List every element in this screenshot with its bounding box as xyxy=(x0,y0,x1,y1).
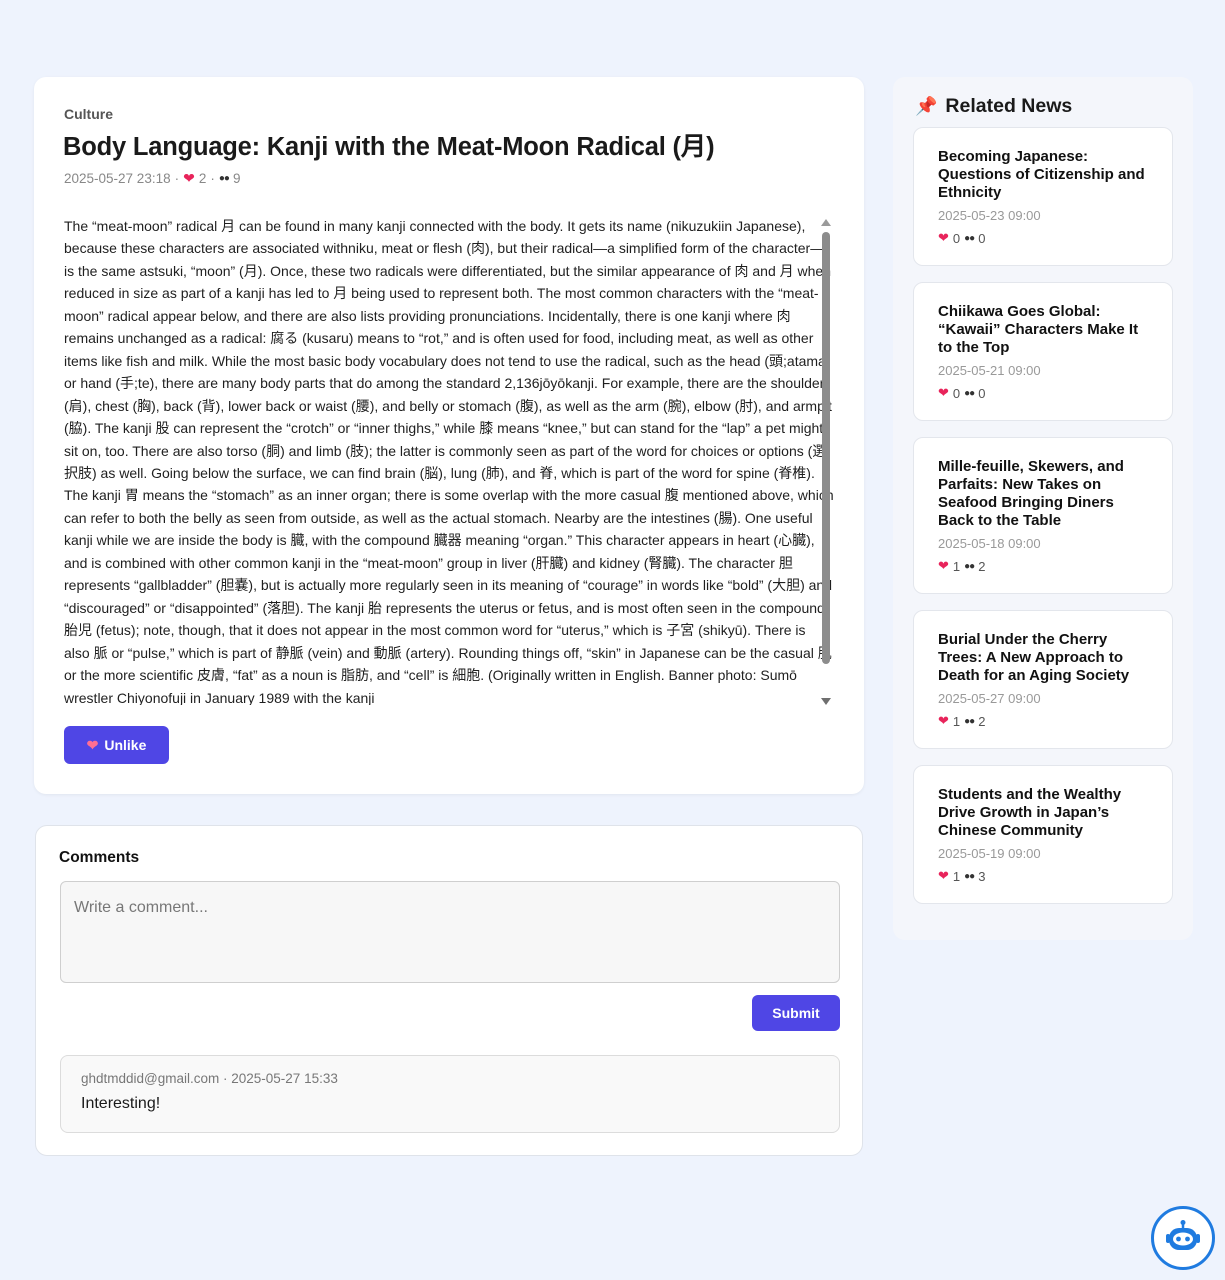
related-news-card[interactable]: Becoming Japanese: Questions of Citizens… xyxy=(913,127,1173,266)
news-views: 0 xyxy=(978,385,986,401)
heart-icon: ❤ xyxy=(938,230,949,245)
article-body: The “meat-moon” radical 月 can be found i… xyxy=(64,218,834,705)
comment-item: ghdtmddid@gmail.com · 2025-05-27 15:33 I… xyxy=(60,1055,840,1133)
news-title[interactable]: Becoming Japanese: Questions of Citizens… xyxy=(938,148,1153,202)
eyes-icon: ●● xyxy=(964,232,975,244)
news-views: 3 xyxy=(978,868,986,884)
heart-icon: ❤ xyxy=(183,170,195,186)
news-title[interactable]: Burial Under the Cherry Trees: A New App… xyxy=(938,631,1153,685)
news-title[interactable]: Students and the Wealthy Drive Growth in… xyxy=(938,786,1153,840)
news-views: 2 xyxy=(978,713,986,729)
news-title[interactable]: Chiikawa Goes Global: “Kawaii” Character… xyxy=(938,303,1153,357)
heart-icon: ❤ xyxy=(86,736,99,753)
news-date: 2025-05-23 09:00 xyxy=(938,208,1041,223)
unlike-button[interactable]: ❤ Unlike xyxy=(64,726,169,764)
news-views: 0 xyxy=(978,230,986,246)
heart-icon: ❤ xyxy=(938,385,949,400)
pushpin-icon: 📌 xyxy=(915,96,938,116)
comment-meta: ghdtmddid@gmail.com · 2025-05-27 15:33 xyxy=(81,1071,338,1086)
eyes-icon: ●● xyxy=(964,387,975,399)
article-scrollbar[interactable] xyxy=(820,219,832,705)
related-news-sidebar: 📌 Related News Becoming Japanese: Questi… xyxy=(893,77,1193,940)
robot-icon xyxy=(1166,1220,1200,1250)
heart-icon: ❤ xyxy=(938,868,949,883)
scroll-down-arrow-icon[interactable] xyxy=(821,698,831,705)
related-news-heading: 📌 Related News xyxy=(915,95,1072,118)
article-meta: 2025-05-27 23:18 · ❤ 2 · ●● 9 xyxy=(64,170,241,186)
related-news-card[interactable]: Students and the Wealthy Drive Growth in… xyxy=(913,765,1173,904)
news-likes: 1 xyxy=(952,713,961,729)
related-news-title: Related News xyxy=(945,95,1073,117)
article-likes: 2 xyxy=(198,171,207,186)
article-category: Culture xyxy=(64,106,113,122)
news-likes: 0 xyxy=(952,230,961,246)
news-likes: 1 xyxy=(952,868,961,884)
eyes-icon: ●● xyxy=(964,715,975,727)
article-body-scroll[interactable]: The “meat-moon” radical 月 can be found i… xyxy=(64,215,834,705)
heart-icon: ❤ xyxy=(938,558,949,573)
comments-title: Comments xyxy=(59,849,140,866)
news-likes: 0 xyxy=(952,385,961,401)
related-news-card[interactable]: Chiikawa Goes Global: “Kawaii” Character… xyxy=(913,282,1173,421)
comments-section: Comments Submit ghdtmddid@gmail.com · 20… xyxy=(35,825,863,1156)
article-card: Culture Body Language: Kanji with the Me… xyxy=(34,77,864,794)
article-views: 9 xyxy=(232,171,241,186)
comment-input[interactable] xyxy=(60,881,840,983)
news-date: 2025-05-21 09:00 xyxy=(938,363,1041,378)
news-views: 2 xyxy=(978,558,986,574)
related-news-card[interactable]: Mille-feuille, Skewers, and Parfaits: Ne… xyxy=(913,437,1173,594)
news-stats: ❤ 0 ●● 0 xyxy=(938,385,985,401)
news-date: 2025-05-19 09:00 xyxy=(938,846,1041,861)
eyes-icon: ●● xyxy=(218,173,230,184)
unlike-label: Unlike xyxy=(104,737,147,753)
eyes-icon: ●● xyxy=(964,560,975,572)
eyes-icon: ●● xyxy=(964,870,975,882)
scrollbar-thumb[interactable] xyxy=(822,232,830,664)
news-date: 2025-05-27 09:00 xyxy=(938,691,1041,706)
scroll-up-arrow-icon[interactable] xyxy=(821,219,831,226)
article-title: Body Language: Kanji with the Meat-Moon … xyxy=(63,133,715,161)
news-stats: ❤ 1 ●● 2 xyxy=(938,558,985,574)
news-stats: ❤ 1 ●● 2 xyxy=(938,713,985,729)
comment-text: Interesting! xyxy=(81,1095,161,1112)
related-news-card[interactable]: Burial Under the Cherry Trees: A New App… xyxy=(913,610,1173,749)
chatbot-button[interactable] xyxy=(1151,1206,1215,1270)
article-date: 2025-05-27 23:18 xyxy=(64,171,171,186)
news-stats: ❤ 1 ●● 3 xyxy=(938,868,985,884)
heart-icon: ❤ xyxy=(938,713,949,728)
submit-button[interactable]: Submit xyxy=(752,995,840,1031)
news-stats: ❤ 0 ●● 0 xyxy=(938,230,985,246)
news-likes: 1 xyxy=(952,558,961,574)
news-date: 2025-05-18 09:00 xyxy=(938,536,1041,551)
news-title[interactable]: Mille-feuille, Skewers, and Parfaits: Ne… xyxy=(938,458,1153,530)
